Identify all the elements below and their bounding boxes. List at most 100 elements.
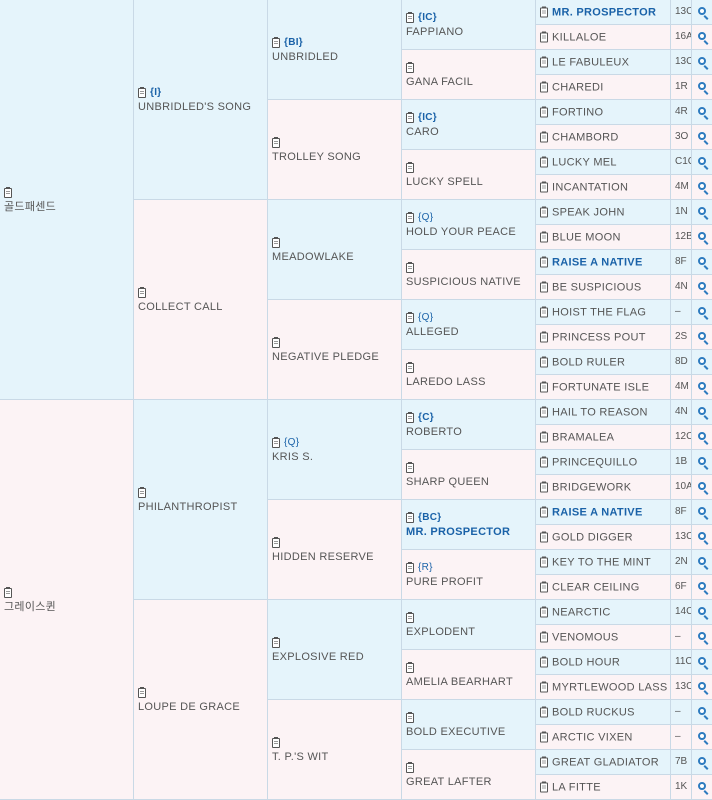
- horse-name[interactable]: HOLD YOUR PEACE: [406, 225, 533, 239]
- clipboard-icon[interactable]: [540, 481, 548, 492]
- search-button[interactable]: [692, 425, 712, 450]
- clipboard-icon[interactable]: [540, 81, 548, 92]
- search-button[interactable]: [692, 300, 712, 325]
- search-button[interactable]: [692, 175, 712, 200]
- clipboard-icon[interactable]: [272, 536, 280, 548]
- clipboard-icon[interactable]: [540, 756, 548, 767]
- horse-name[interactable]: GANA FACIL: [406, 75, 533, 89]
- clipboard-icon[interactable]: [406, 111, 414, 123]
- clipboard-icon[interactable]: [540, 206, 548, 217]
- horse-name[interactable]: FORTINO: [552, 105, 603, 119]
- search-button[interactable]: [692, 325, 712, 350]
- horse-name[interactable]: ALLEGED: [406, 325, 533, 339]
- horse-name[interactable]: BOLD EXECUTIVE: [406, 725, 533, 739]
- clipboard-icon[interactable]: [406, 661, 414, 673]
- horse-name[interactable]: LE FABULEUX: [552, 55, 629, 69]
- horse-name[interactable]: COLLECT CALL: [138, 300, 265, 314]
- search-button[interactable]: [692, 275, 712, 300]
- horse-name[interactable]: LAREDO LASS: [406, 375, 533, 389]
- search-button[interactable]: [692, 75, 712, 100]
- clipboard-icon[interactable]: [540, 706, 548, 717]
- clipboard-icon[interactable]: [540, 256, 548, 267]
- horse-name[interactable]: MYRTLEWOOD LASS: [552, 680, 668, 694]
- search-button[interactable]: [692, 25, 712, 50]
- search-button[interactable]: [692, 525, 712, 550]
- clipboard-icon[interactable]: [540, 181, 548, 192]
- clipboard-icon[interactable]: [406, 361, 414, 373]
- horse-name[interactable]: LUCKY MEL: [552, 155, 617, 169]
- horse-name[interactable]: PRINCESS POUT: [552, 330, 646, 344]
- search-button[interactable]: [692, 0, 712, 25]
- horse-name[interactable]: SHARP QUEEN: [406, 475, 533, 489]
- horse-name[interactable]: T. P.'S WIT: [272, 750, 399, 764]
- horse-name[interactable]: GREAT GLADIATOR: [552, 755, 659, 769]
- clipboard-icon[interactable]: [406, 711, 414, 723]
- horse-name[interactable]: HAIL TO REASON: [552, 405, 648, 419]
- clipboard-icon[interactable]: [406, 261, 414, 273]
- horse-name[interactable]: GREAT LAFTER: [406, 775, 533, 789]
- clipboard-icon[interactable]: [540, 306, 548, 317]
- horse-name[interactable]: BLUE MOON: [552, 230, 621, 244]
- horse-name[interactable]: KILLALOE: [552, 30, 606, 44]
- horse-name[interactable]: UNBRIDLED: [272, 50, 399, 64]
- horse-name[interactable]: GOLD DIGGER: [552, 530, 633, 544]
- horse-name[interactable]: FAPPIANO: [406, 25, 533, 39]
- search-button[interactable]: [692, 125, 712, 150]
- clipboard-icon[interactable]: [540, 381, 548, 392]
- search-button[interactable]: [692, 675, 712, 700]
- horse-name[interactable]: CHAMBORD: [552, 130, 619, 144]
- horse-name[interactable]: RAISE A NATIVE: [552, 255, 643, 269]
- horse-name[interactable]: BRAMALEA: [552, 430, 614, 444]
- clipboard-icon[interactable]: [540, 406, 548, 417]
- horse-name[interactable]: ROBERTO: [406, 425, 533, 439]
- clipboard-icon[interactable]: [406, 611, 414, 623]
- horse-name[interactable]: 그레이스퀸: [4, 600, 131, 614]
- clipboard-icon[interactable]: [4, 186, 12, 198]
- search-button[interactable]: [692, 625, 712, 650]
- search-button[interactable]: [692, 350, 712, 375]
- horse-name[interactable]: LOUPE DE GRACE: [138, 700, 265, 714]
- search-button[interactable]: [692, 550, 712, 575]
- clipboard-icon[interactable]: [540, 681, 548, 692]
- search-button[interactable]: [692, 450, 712, 475]
- horse-name[interactable]: NEARCTIC: [552, 605, 611, 619]
- horse-name[interactable]: CHAREDI: [552, 80, 604, 94]
- search-button[interactable]: [692, 200, 712, 225]
- clipboard-icon[interactable]: [406, 161, 414, 173]
- clipboard-icon[interactable]: [540, 106, 548, 117]
- clipboard-icon[interactable]: [138, 686, 146, 698]
- search-button[interactable]: [692, 375, 712, 400]
- horse-name[interactable]: MR. PROSPECTOR: [406, 525, 533, 539]
- search-button[interactable]: [692, 250, 712, 275]
- clipboard-icon[interactable]: [406, 61, 414, 73]
- clipboard-icon[interactable]: [540, 456, 548, 467]
- search-button[interactable]: [692, 50, 712, 75]
- horse-name[interactable]: BOLD RUCKUS: [552, 705, 635, 719]
- horse-name[interactable]: PURE PROFIT: [406, 575, 533, 589]
- clipboard-icon[interactable]: [272, 136, 280, 148]
- horse-name[interactable]: BOLD HOUR: [552, 655, 620, 669]
- clipboard-icon[interactable]: [540, 506, 548, 517]
- clipboard-icon[interactable]: [406, 211, 414, 223]
- clipboard-icon[interactable]: [406, 311, 414, 323]
- horse-name[interactable]: PHILANTHROPIST: [138, 500, 265, 514]
- clipboard-icon[interactable]: [406, 511, 414, 523]
- search-button[interactable]: [692, 100, 712, 125]
- horse-name[interactable]: VENOMOUS: [552, 630, 619, 644]
- horse-name[interactable]: NEGATIVE PLEDGE: [272, 350, 399, 364]
- clipboard-icon[interactable]: [540, 656, 548, 667]
- clipboard-icon[interactable]: [540, 531, 548, 542]
- clipboard-icon[interactable]: [272, 336, 280, 348]
- search-button[interactable]: [692, 775, 712, 800]
- horse-name[interactable]: BRIDGEWORK: [552, 480, 631, 494]
- clipboard-icon[interactable]: [540, 6, 548, 17]
- clipboard-icon[interactable]: [540, 131, 548, 142]
- clipboard-icon[interactable]: [138, 286, 146, 298]
- horse-name[interactable]: KRIS S.: [272, 450, 399, 464]
- clipboard-icon[interactable]: [540, 156, 548, 167]
- search-button[interactable]: [692, 150, 712, 175]
- clipboard-icon[interactable]: [406, 411, 414, 423]
- clipboard-icon[interactable]: [540, 556, 548, 567]
- horse-name[interactable]: INCANTATION: [552, 180, 628, 194]
- clipboard-icon[interactable]: [540, 281, 548, 292]
